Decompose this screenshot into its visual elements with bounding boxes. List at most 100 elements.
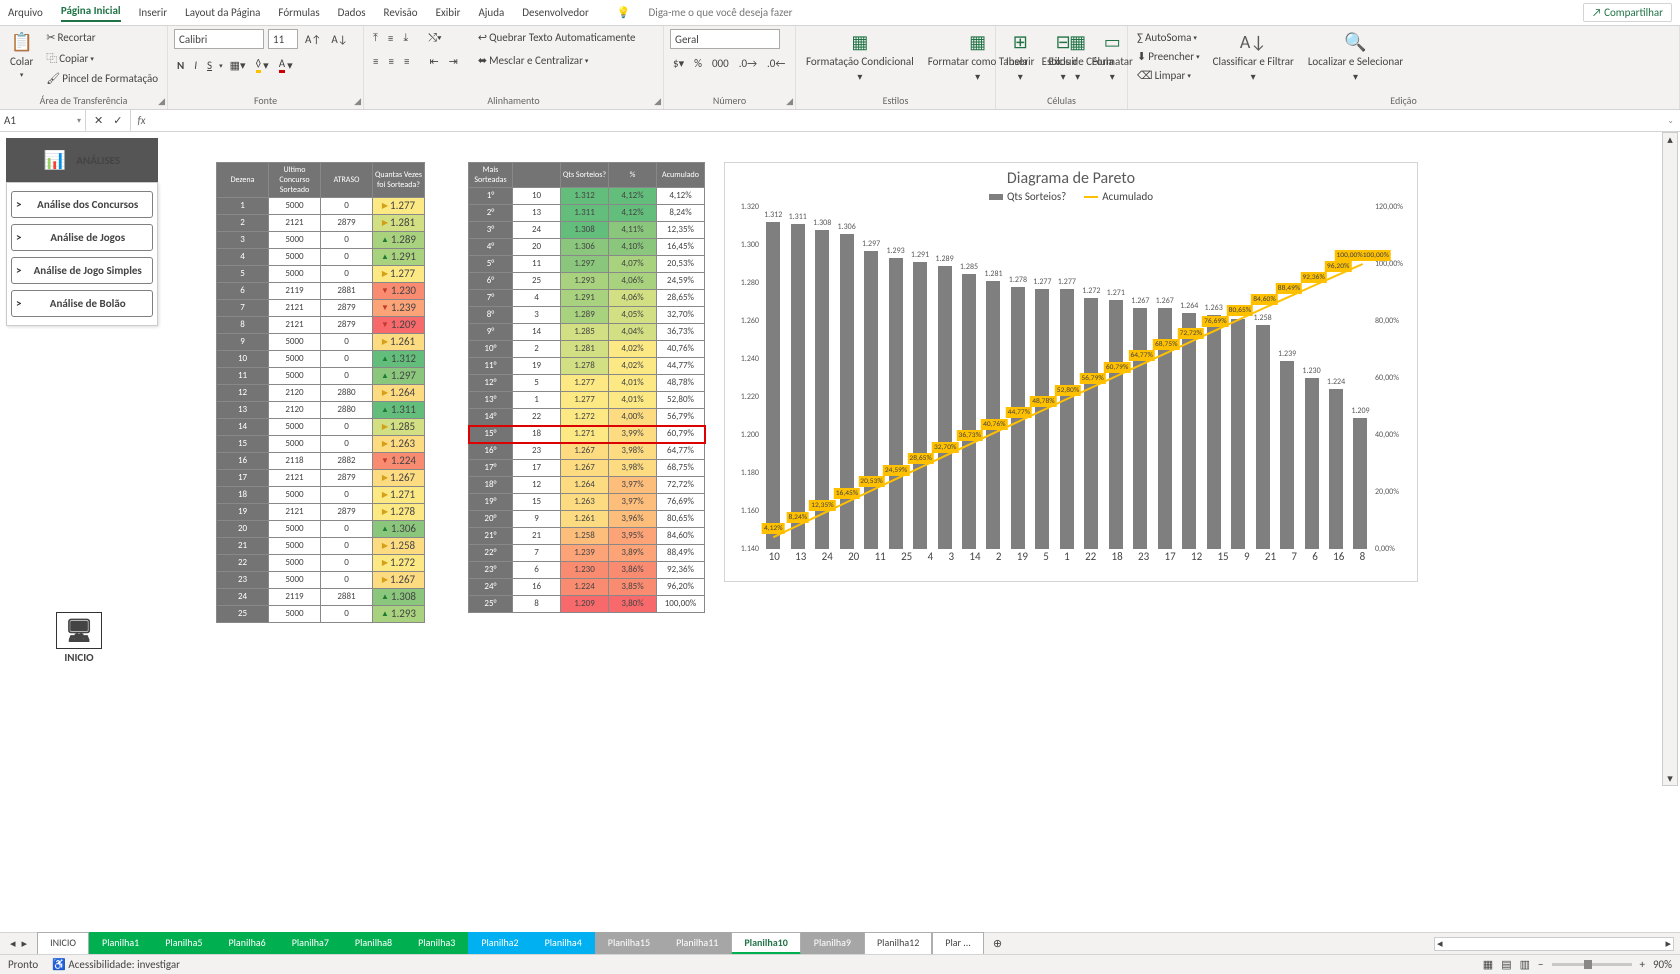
sheet-tab[interactable]: Plar ... bbox=[932, 932, 984, 955]
align-left-button[interactable]: ≡ bbox=[370, 53, 381, 70]
merge-center-button[interactable]: ⬌Mesclar e Centralizar▾ bbox=[475, 52, 639, 69]
panel-button[interactable]: >Análise de Jogo Simples bbox=[11, 257, 153, 284]
zoom-out-button[interactable]: − bbox=[1538, 958, 1543, 971]
comma-format-button[interactable]: 000 bbox=[709, 55, 732, 72]
italic-button[interactable]: I bbox=[191, 57, 200, 74]
menu-revisão[interactable]: Revisão bbox=[384, 6, 418, 19]
number-format-combo[interactable] bbox=[670, 29, 780, 49]
bar: 1.209 bbox=[1353, 418, 1367, 549]
decrease-indent-button[interactable]: ⇤ bbox=[426, 53, 441, 70]
cancel-formula-icon[interactable]: ✕ bbox=[94, 114, 103, 127]
underline-button[interactable]: S bbox=[204, 57, 215, 74]
menu-página-inicial[interactable]: Página Inicial bbox=[61, 4, 121, 22]
expand-formula-icon[interactable]: ⌄ bbox=[1661, 116, 1680, 126]
font-name-combo[interactable] bbox=[174, 29, 264, 49]
zoom-level[interactable]: 90% bbox=[1653, 958, 1672, 971]
sheet-tab[interactable]: Planilha7 bbox=[279, 932, 342, 955]
sheet-tab[interactable]: Planilha2 bbox=[468, 932, 531, 955]
increase-decimal-button[interactable]: .0→ bbox=[736, 55, 760, 72]
sheet-tab[interactable]: INICIO bbox=[37, 932, 89, 955]
horizontal-scrollbar[interactable]: ◂▸ bbox=[1434, 937, 1674, 951]
increase-font-button[interactable]: A↑ bbox=[302, 31, 324, 48]
decrease-decimal-button[interactable]: .0← bbox=[764, 55, 788, 72]
copy-button[interactable]: ⿻Copiar▾ bbox=[43, 48, 161, 68]
decrease-font-button[interactable]: A↓ bbox=[328, 31, 350, 48]
align-middle-button[interactable]: ≡ bbox=[385, 30, 396, 47]
autosum-button[interactable]: ∑AutoSoma▾ bbox=[1134, 29, 1203, 46]
sheet-tab[interactable]: Planilha12 bbox=[864, 932, 932, 955]
format-painter-button[interactable]: 🖌Pincel de Formatação bbox=[43, 70, 161, 87]
find-select-button[interactable]: 🔍Localizar e Selecionar▾ bbox=[1304, 29, 1407, 85]
menu-dados[interactable]: Dados bbox=[338, 6, 366, 19]
fill-color-button[interactable]: ◊▾ bbox=[253, 55, 272, 75]
y2-tick: 20,00% bbox=[1375, 487, 1415, 497]
wrap-text-button[interactable]: ↩Quebrar Texto Automaticamente bbox=[475, 29, 639, 46]
sheet-tab[interactable]: Planilha5 bbox=[152, 932, 215, 955]
vertical-scrollbar[interactable]: ▴▾ bbox=[1662, 132, 1678, 786]
pareto-chart[interactable]: Diagrama de Pareto Qts Sorteios? Acumula… bbox=[724, 162, 1418, 582]
sheet-tab[interactable]: Planilha6 bbox=[215, 932, 278, 955]
share-button[interactable]: ↗ Compartilhar bbox=[1583, 3, 1672, 22]
zoom-slider[interactable] bbox=[1552, 963, 1632, 966]
menu-arquivo[interactable]: Arquivo bbox=[8, 6, 43, 19]
menu-exibir[interactable]: Exibir bbox=[436, 6, 461, 19]
menu-ajuda[interactable]: Ajuda bbox=[478, 6, 504, 19]
zoom-in-button[interactable]: + bbox=[1640, 958, 1645, 971]
sheet-tab[interactable]: Planilha1 bbox=[89, 932, 152, 955]
tab-nav[interactable]: ◂▸ bbox=[0, 937, 37, 950]
dialog-launcher-icon[interactable]: ◢ bbox=[158, 96, 165, 107]
y2-tick: 40,00% bbox=[1375, 430, 1415, 440]
clear-button[interactable]: ⌫Limpar▾ bbox=[1134, 67, 1203, 84]
dialog-launcher-icon[interactable]: ◢ bbox=[786, 96, 793, 107]
menu-fórmulas[interactable]: Fórmulas bbox=[278, 6, 319, 19]
view-layout-button[interactable]: ▤ bbox=[1501, 958, 1511, 971]
align-right-button[interactable]: ≡ bbox=[401, 53, 412, 70]
align-bottom-button[interactable]: ⤓ bbox=[400, 29, 411, 47]
accessibility-status[interactable]: ♿ Acessibilidade: investigar bbox=[52, 958, 180, 971]
sheet-tab[interactable]: Planilha3 bbox=[405, 932, 468, 955]
insert-cells-button[interactable]: ⊞Inserir▾ bbox=[1002, 29, 1039, 85]
sheet-tab[interactable]: Planilha11 bbox=[663, 932, 731, 955]
panel-button[interactable]: >Análise dos Concursos bbox=[11, 191, 153, 218]
sheet-tab[interactable]: Planilha9 bbox=[801, 932, 864, 955]
menu-desenvolvedor[interactable]: Desenvolvedor bbox=[522, 6, 589, 19]
view-pagebreak-button[interactable]: ▥ bbox=[1520, 958, 1530, 971]
conditional-format-button[interactable]: ▦Formatação Condicional▾ bbox=[802, 29, 918, 85]
bar: 1.311 bbox=[791, 224, 805, 549]
name-box[interactable]: A1▾ bbox=[0, 110, 86, 131]
group-label: Alinhamento bbox=[370, 92, 657, 109]
menu-layout-da-página[interactable]: Layout da Página bbox=[185, 6, 260, 19]
percent-format-button[interactable]: % bbox=[691, 55, 705, 72]
new-sheet-button[interactable]: ⊕ bbox=[990, 935, 1005, 952]
accounting-format-button[interactable]: $▾ bbox=[670, 55, 687, 72]
sheet-tab[interactable]: Planilha4 bbox=[532, 932, 595, 955]
bold-button[interactable]: N bbox=[174, 57, 187, 74]
orientation-button[interactable]: ⤭▾ bbox=[425, 29, 444, 47]
delete-cells-button[interactable]: ⊟Excluir▾ bbox=[1045, 29, 1082, 85]
fill-button[interactable]: ⬇Preencher▾ bbox=[1134, 48, 1203, 65]
sheet-tab[interactable]: Planilha15 bbox=[595, 932, 663, 955]
sheet-tab[interactable]: Planilha8 bbox=[342, 932, 405, 955]
panel-button[interactable]: >Análise de Jogos bbox=[11, 224, 153, 251]
font-color-button[interactable]: A▾ bbox=[276, 55, 296, 75]
accept-formula-icon[interactable]: ✓ bbox=[113, 114, 122, 127]
view-normal-button[interactable]: ▦ bbox=[1483, 958, 1493, 971]
home-shortcut[interactable]: 🖥 INICIO bbox=[56, 612, 102, 664]
worksheet-area[interactable]: 📊 ANÁLISES >Análise dos Concursos>Anális… bbox=[0, 132, 1680, 786]
align-center-button[interactable]: ≡ bbox=[385, 53, 396, 70]
cut-button[interactable]: ✂Recortar bbox=[43, 29, 161, 46]
sort-filter-button[interactable]: A↓Classificar e Filtrar▾ bbox=[1209, 29, 1298, 85]
dialog-launcher-icon[interactable]: ◢ bbox=[654, 96, 661, 107]
align-top-button[interactable]: ⤒ bbox=[370, 29, 381, 47]
sheet-tab[interactable]: Planilha10 bbox=[731, 932, 800, 955]
font-size-combo[interactable] bbox=[268, 29, 298, 49]
tell-me-input[interactable]: Diga-me o que você deseja fazer bbox=[649, 6, 793, 19]
borders-button[interactable]: ▦▾ bbox=[227, 57, 249, 74]
increase-indent-button[interactable]: ⇥ bbox=[446, 53, 461, 70]
panel-button[interactable]: >Análise de Bolão bbox=[11, 290, 153, 317]
dialog-launcher-icon[interactable]: ◢ bbox=[354, 96, 361, 107]
bar: 1.224 bbox=[1329, 389, 1343, 549]
paste-button[interactable]: 📋Colar▾ bbox=[6, 29, 37, 81]
menu-inserir[interactable]: Inserir bbox=[139, 6, 168, 19]
fx-icon[interactable]: fx bbox=[131, 114, 151, 127]
